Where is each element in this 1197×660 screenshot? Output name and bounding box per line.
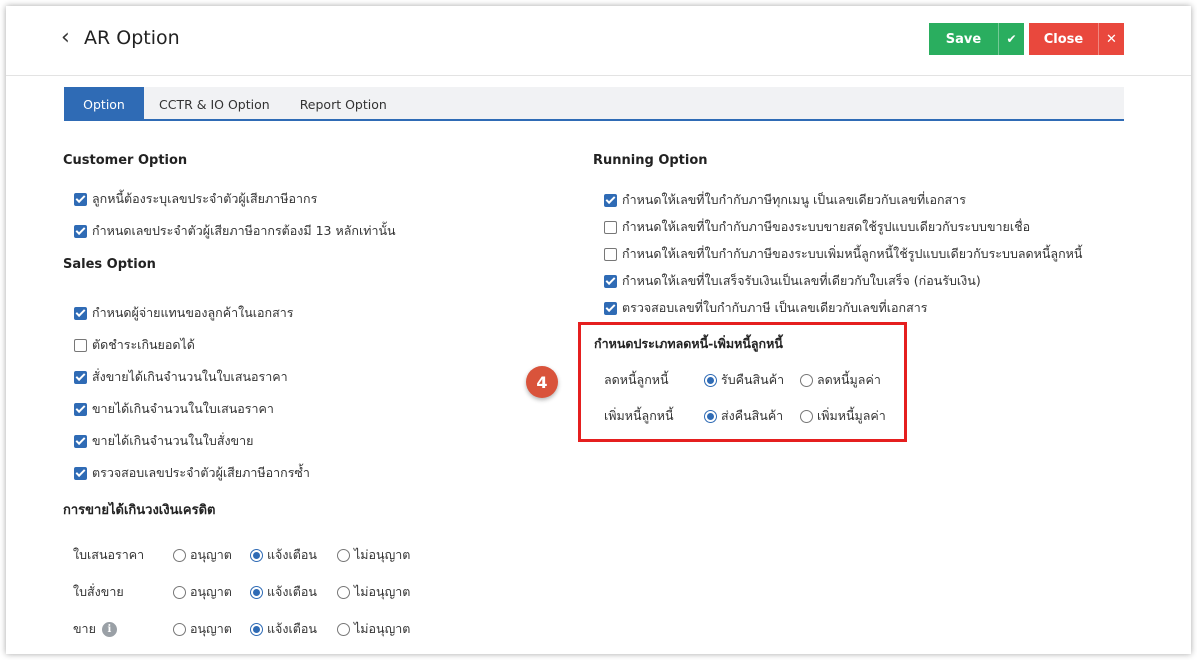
customer-option-title: Customer Option: [63, 153, 188, 168]
save-check-icon[interactable]: ✔: [998, 23, 1024, 55]
radio-increase-value[interactable]: เพิ่มหนี้มูลค่า: [800, 406, 886, 426]
radio-dot[interactable]: [800, 373, 813, 387]
checkbox[interactable]: [604, 193, 617, 207]
debt-type-title: กำหนดประเภทลดหนี้-เพิ่มหนี้ลูกหนี้: [594, 336, 783, 351]
row-label: ขาย: [73, 621, 96, 636]
radio-dot[interactable]: [704, 409, 717, 423]
checkbox[interactable]: [74, 402, 87, 416]
radio-return-goods[interactable]: รับคืนสินค้า: [704, 370, 784, 390]
radio-reduce-value[interactable]: ลดหนี้มูลค่า: [800, 370, 881, 390]
row-label: ใบเสนอราคา: [73, 547, 145, 562]
close-x-icon[interactable]: ✕: [1098, 23, 1124, 55]
radio-dot[interactable]: [173, 622, 186, 636]
checkbox[interactable]: [74, 370, 87, 384]
customer-option-item[interactable]: กำหนดเลขประจำตัวผู้เสียภาษีอากรต้องมี 13…: [74, 221, 396, 241]
tab-cctr-io-option[interactable]: CCTR & IO Option: [144, 87, 285, 121]
close-button[interactable]: Close: [1029, 23, 1098, 55]
save-button[interactable]: Save: [929, 23, 998, 55]
checkbox[interactable]: [604, 301, 617, 315]
radio-dot[interactable]: [337, 548, 350, 562]
checkbox-label: ตรวจสอบเลขที่ใบกำกับภาษี เป็นเลขเดียวกับ…: [622, 300, 928, 315]
row-label: ใบสั่งขาย: [73, 584, 124, 599]
radio-dot[interactable]: [704, 373, 717, 387]
radio-dot[interactable]: [173, 548, 186, 562]
checkbox-label: กำหนดให้เลขที่ใบกำกับภาษีของระบบเพิ่มหนี…: [622, 246, 1083, 261]
running-option-item[interactable]: กำหนดให้เลขที่ใบเสร็จรับเงินเป็นเลขที่เด…: [604, 271, 981, 291]
credit-row-quotation: ใบเสนอราคา อนุญาต แจ้งเตือน ไม่อนุญาต: [73, 545, 473, 565]
row-label: เพิ่มหนี้ลูกหนี้: [604, 408, 674, 423]
radio-deny[interactable]: ไม่อนุญาต: [337, 582, 410, 602]
checkbox[interactable]: [74, 224, 87, 238]
row-label: ลดหนี้ลูกหนี้: [604, 372, 669, 387]
credit-row-sales-order: ใบสั่งขาย อนุญาต แจ้งเตือน ไม่อนุญาต: [73, 582, 473, 602]
radio-allow[interactable]: อนุญาต: [173, 582, 232, 602]
running-option-item[interactable]: กำหนดให้เลขที่ใบกำกับภาษีของระบบขายสดใช้…: [604, 217, 1030, 237]
checkbox-label: กำหนดเลขประจำตัวผู้เสียภาษีอากรต้องมี 13…: [92, 223, 396, 238]
checkbox-label: ขายได้เกินจำนวนในใบสั่งขาย: [92, 433, 254, 448]
sales-option-item[interactable]: สั่งขายได้เกินจำนวนในใบเสนอราคา: [74, 367, 288, 387]
app-frame: ‹ AR Option Save ✔ Close ✕ Option CCTR &…: [6, 6, 1191, 654]
radio-dot[interactable]: [337, 585, 350, 599]
radio-dot[interactable]: [173, 585, 186, 599]
page-title: AR Option: [84, 27, 180, 49]
radio-send-goods[interactable]: ส่งคืนสินค้า: [704, 406, 783, 426]
running-option-item[interactable]: ตรวจสอบเลขที่ใบกำกับภาษี เป็นเลขเดียวกับ…: [604, 298, 927, 318]
checkbox-label: ลูกหนี้ต้องระบุเลขประจำตัวผู้เสียภาษีอาก…: [92, 191, 318, 206]
debt-row-increase: เพิ่มหนี้ลูกหนี้ ส่งคืนสินค้า เพิ่มหนี้ม…: [604, 406, 904, 426]
checkbox-label: ขายได้เกินจำนวนในใบเสนอราคา: [92, 401, 274, 416]
checkbox[interactable]: [74, 466, 87, 480]
checkbox-label: กำหนดให้เลขที่ใบกำกับภาษีของระบบขายสดใช้…: [622, 219, 1031, 234]
checkbox[interactable]: [74, 192, 87, 206]
radio-warn[interactable]: แจ้งเตือน: [250, 582, 317, 602]
radio-dot[interactable]: [250, 548, 263, 562]
checkbox[interactable]: [74, 338, 87, 352]
step-badge: 4: [526, 366, 558, 398]
radio-dot[interactable]: [800, 409, 813, 423]
checkbox-label: ตัดชำระเกินยอดได้: [92, 337, 195, 352]
tab-option[interactable]: Option: [64, 87, 144, 121]
radio-allow[interactable]: อนุญาต: [173, 545, 232, 565]
radio-allow[interactable]: อนุญาต: [173, 619, 232, 639]
back-chevron-icon[interactable]: ‹: [61, 26, 70, 50]
checkbox-label: กำหนดผู้จ่ายแทนของลูกค้าในเอกสาร: [92, 305, 294, 320]
page-header: ‹ AR Option Save ✔ Close ✕: [6, 6, 1191, 76]
radio-dot[interactable]: [250, 585, 263, 599]
checkbox[interactable]: [74, 434, 87, 448]
radio-warn[interactable]: แจ้งเตือน: [250, 545, 317, 565]
info-icon[interactable]: i: [101, 621, 117, 637]
radio-deny[interactable]: ไม่อนุญาต: [337, 619, 410, 639]
sales-option-item[interactable]: ขายได้เกินจำนวนในใบเสนอราคา: [74, 399, 274, 419]
checkbox-label: สั่งขายได้เกินจำนวนในใบเสนอราคา: [92, 369, 288, 384]
checkbox-label: ตรวจสอบเลขประจำตัวผู้เสียภาษีอากรซ้ำ: [92, 465, 310, 480]
sales-option-item[interactable]: ขายได้เกินจำนวนในใบสั่งขาย: [74, 431, 253, 451]
radio-deny[interactable]: ไม่อนุญาต: [337, 545, 410, 565]
sales-option-item[interactable]: กำหนดผู้จ่ายแทนของลูกค้าในเอกสาร: [74, 303, 293, 323]
radio-dot[interactable]: [250, 622, 263, 636]
checkbox[interactable]: [604, 220, 617, 234]
save-button-group: Save ✔: [929, 23, 1024, 55]
sales-option-item[interactable]: ตัดชำระเกินยอดได้: [74, 335, 195, 355]
credit-limit-title: การขายได้เกินวงเงินเครดิต: [63, 503, 216, 518]
radio-warn[interactable]: แจ้งเตือน: [250, 619, 317, 639]
running-option-item[interactable]: กำหนดให้เลขที่ใบกำกับภาษีทุกเมนู เป็นเลข…: [604, 190, 966, 210]
sales-option-title: Sales Option: [63, 257, 156, 272]
checkbox-label: กำหนดให้เลขที่ใบกำกับภาษีทุกเมนู เป็นเลข…: [622, 192, 966, 207]
customer-option-item[interactable]: ลูกหนี้ต้องระบุเลขประจำตัวผู้เสียภาษีอาก…: [74, 189, 317, 209]
credit-row-sales: ขาย i อนุญาต แจ้งเตือน ไม่อนุญาต: [73, 619, 473, 639]
close-button-group: Close ✕: [1029, 23, 1124, 55]
checkbox[interactable]: [604, 274, 617, 288]
running-option-title: Running Option: [593, 153, 708, 168]
running-option-item[interactable]: กำหนดให้เลขที่ใบกำกับภาษีของระบบเพิ่มหนี…: [604, 244, 1082, 264]
checkbox[interactable]: [74, 306, 87, 320]
tab-report-option[interactable]: Report Option: [285, 87, 402, 121]
checkbox-label: กำหนดให้เลขที่ใบเสร็จรับเงินเป็นเลขที่เด…: [622, 273, 981, 288]
debt-row-reduce: ลดหนี้ลูกหนี้ รับคืนสินค้า ลดหนี้มูลค่า: [604, 370, 904, 390]
sales-option-item[interactable]: ตรวจสอบเลขประจำตัวผู้เสียภาษีอากรซ้ำ: [74, 463, 310, 483]
tab-bar: Option CCTR & IO Option Report Option: [64, 87, 1124, 121]
radio-dot[interactable]: [337, 622, 350, 636]
checkbox[interactable]: [604, 247, 617, 261]
